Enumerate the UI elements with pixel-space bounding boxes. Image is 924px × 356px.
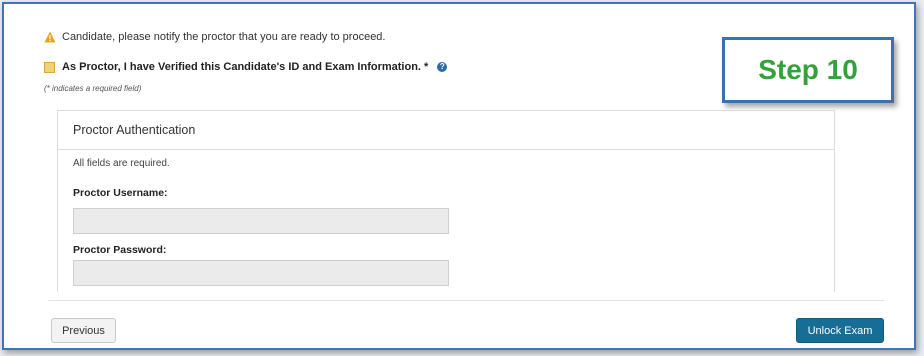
warning-icon	[44, 31, 56, 43]
username-label: Proctor Username:	[73, 187, 168, 199]
panel-title: Proctor Authentication	[58, 111, 834, 150]
notice-text: Candidate, please notify the proctor tha…	[62, 31, 386, 43]
required-field-note: (* indicates a required field)	[44, 84, 142, 93]
all-required-note: All fields are required.	[73, 158, 170, 169]
verify-label: As Proctor, I have Verified this Candida…	[62, 61, 429, 73]
verify-checkbox[interactable]	[44, 61, 55, 73]
step-badge: Step 10	[722, 37, 894, 103]
password-label: Proctor Password:	[73, 244, 167, 256]
help-icon[interactable]: ?	[437, 62, 448, 72]
verification-row: As Proctor, I have Verified this Candida…	[44, 61, 448, 73]
footer-divider	[49, 300, 884, 301]
previous-button[interactable]: Previous	[51, 318, 116, 343]
proctor-notice: Candidate, please notify the proctor tha…	[44, 31, 385, 43]
username-input[interactable]	[73, 208, 449, 234]
page-frame: Candidate, please notify the proctor tha…	[2, 2, 916, 350]
proctor-authentication-panel: Proctor Authentication All fields are re…	[57, 110, 835, 292]
password-input[interactable]	[73, 260, 449, 286]
unlock-exam-button[interactable]: Unlock Exam	[796, 318, 884, 343]
